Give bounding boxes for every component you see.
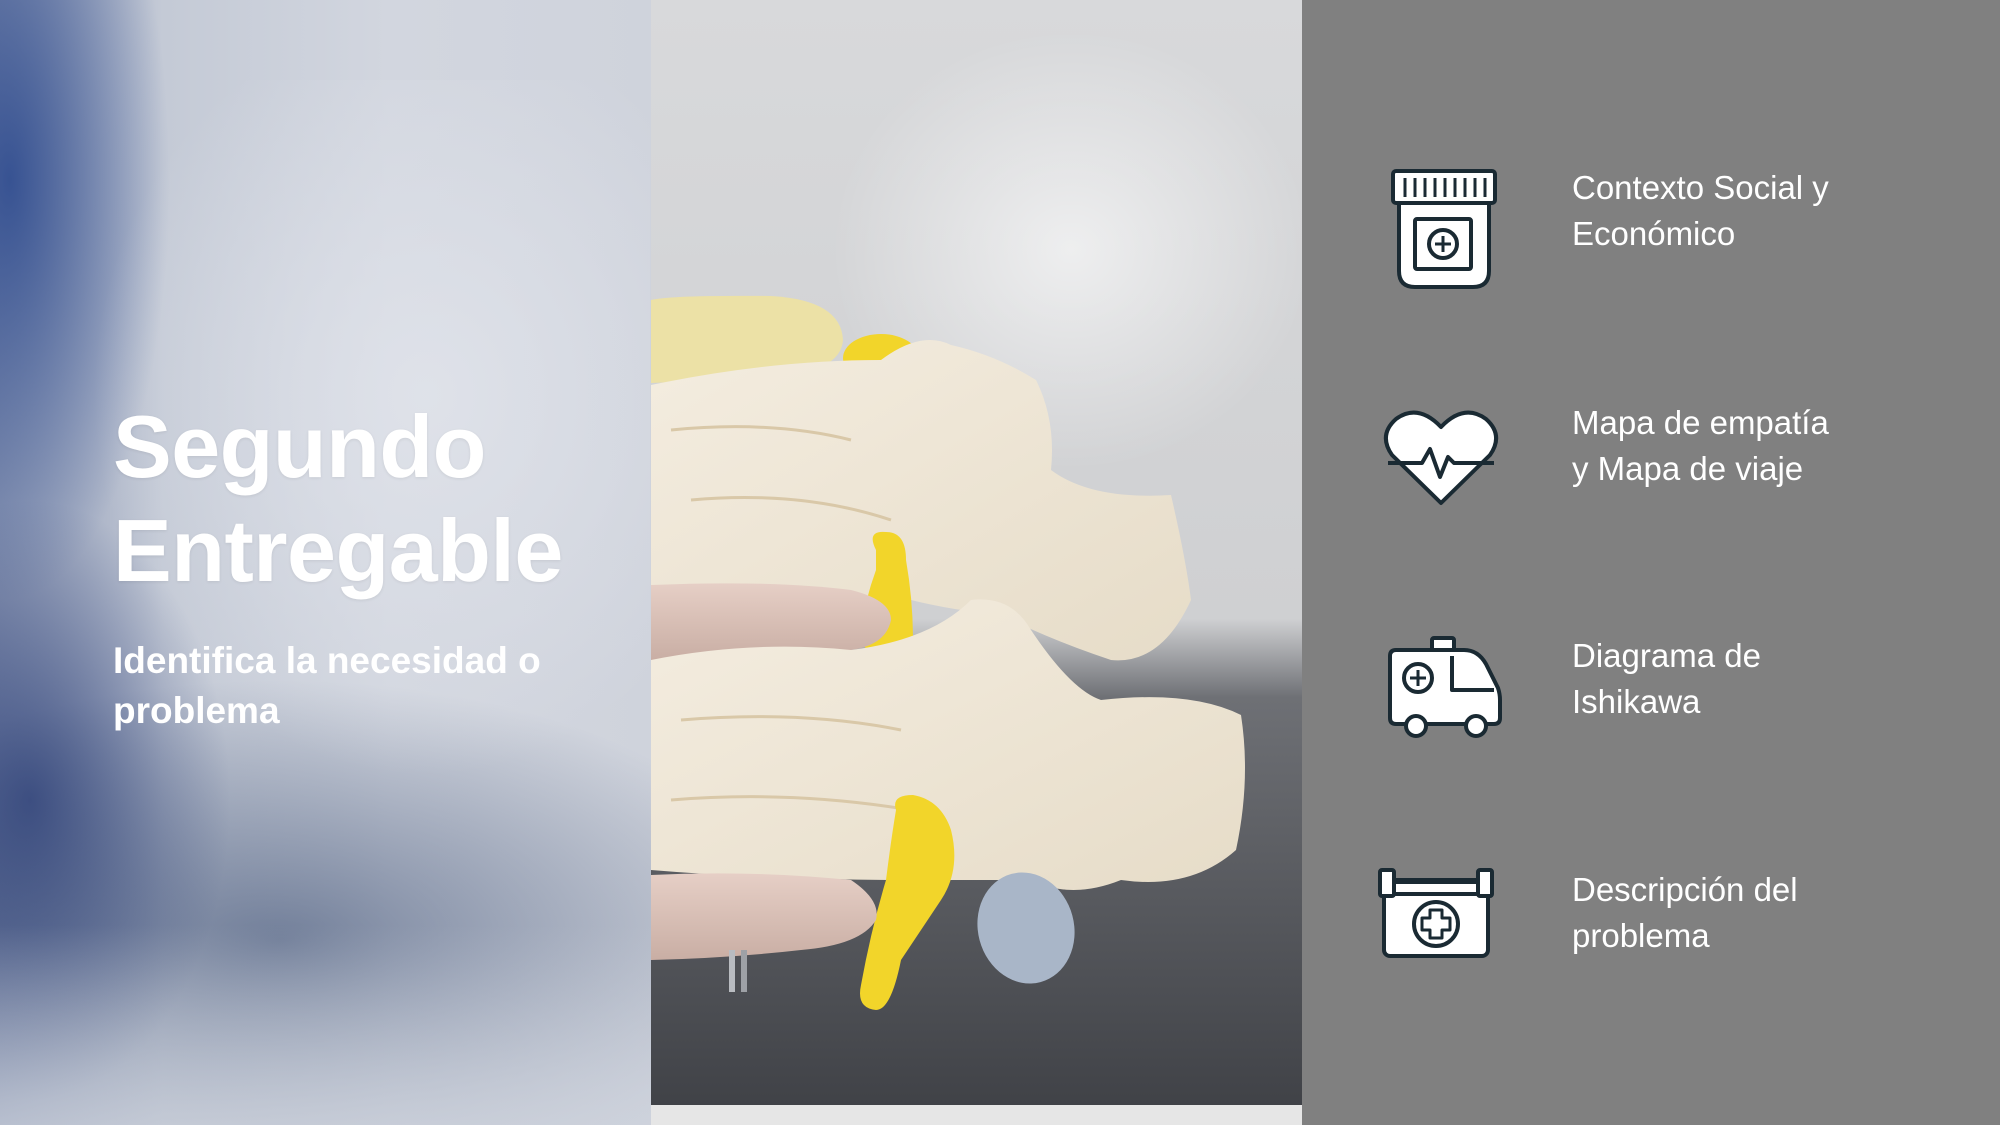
- slide-subtitle: Identifica la necesidad o problema: [113, 640, 541, 731]
- item-text-ishikawa: Diagrama de Ishikawa: [1572, 637, 1761, 720]
- title-line-1: Segundo: [113, 397, 486, 496]
- spine-model-photo: [651, 0, 1302, 1125]
- title-line-2: Entregable: [113, 501, 563, 600]
- slide-title: Segundo Entregable: [113, 395, 563, 603]
- heartbeat-icon: [1384, 410, 1498, 505]
- item-text-empathy-map: Mapa de empatía y Mapa de viaje: [1572, 404, 1829, 487]
- item-text-social-context: Contexto Social y Económico: [1572, 169, 1829, 252]
- ambulance-icon: [1388, 636, 1502, 738]
- item-text-problem-description: Descripción del problema: [1572, 871, 1798, 954]
- medicine-jar-icon: [1391, 169, 1497, 289]
- background-fade: [0, 925, 651, 1125]
- first-aid-kit-icon: [1378, 868, 1494, 958]
